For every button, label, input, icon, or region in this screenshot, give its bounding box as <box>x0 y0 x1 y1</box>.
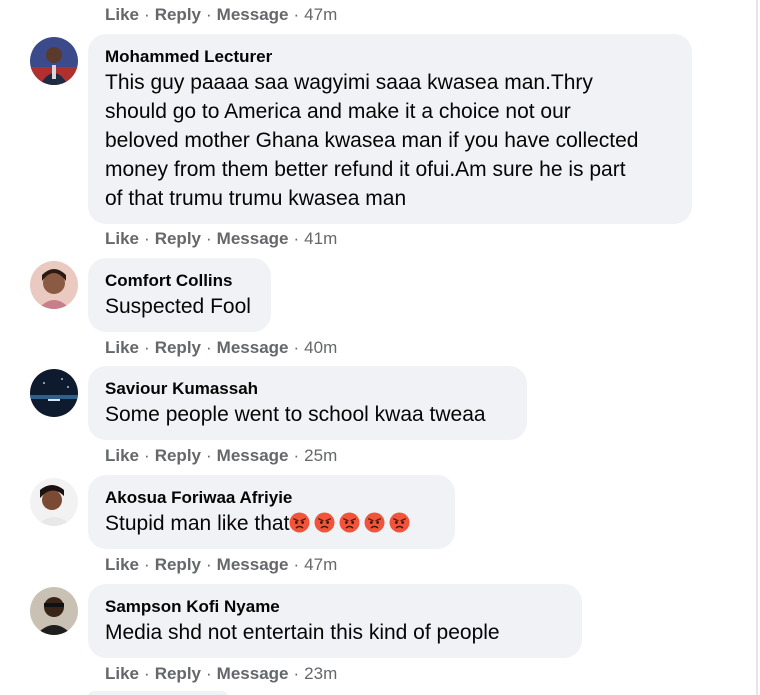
message-link[interactable]: Message <box>217 446 289 465</box>
angry-face-emoji-icon <box>339 512 360 533</box>
avatar[interactable] <box>30 37 78 85</box>
avatar[interactable] <box>30 369 78 417</box>
comment-author[interactable]: Sampson Kofi Nyame <box>105 596 564 618</box>
message-link[interactable]: Message <box>217 5 289 24</box>
comment-bubble: Sampson Kofi Nyame Media shd not enterta… <box>88 584 582 658</box>
separator-dot: · <box>206 229 212 248</box>
like-link[interactable]: Like <box>105 446 139 465</box>
separator-dot: · <box>206 5 212 24</box>
comment-actions: Like · Reply · Message · 41m <box>105 229 337 249</box>
avatar[interactable] <box>30 478 78 526</box>
comment-time[interactable]: 47m <box>304 555 337 574</box>
separator-dot: · <box>206 338 212 357</box>
reply-link[interactable]: Reply <box>155 5 201 24</box>
comment-text: Stupid man like that <box>105 512 290 535</box>
like-link[interactable]: Like <box>105 338 139 357</box>
avatar[interactable] <box>30 587 78 635</box>
reply-link[interactable]: Reply <box>155 446 201 465</box>
separator-dot: · <box>144 5 150 24</box>
angry-face-emoji-icon <box>289 512 310 533</box>
separator-dot: · <box>293 446 300 465</box>
comment-text: This guy paaaa saa wagyimi saaa kwasea m… <box>105 71 639 210</box>
reply-link[interactable]: Reply <box>155 664 201 683</box>
separator-dot: · <box>293 555 300 574</box>
message-link[interactable]: Message <box>217 555 289 574</box>
comment-text-row: Stupid man like that <box>105 509 437 538</box>
separator-dot: · <box>144 446 150 465</box>
angry-face-emoji-icon <box>389 512 410 533</box>
comment-actions: Like · Reply · Message · 47m <box>105 555 337 575</box>
comments-panel: Like · Reply · Message · 47m Mohammed Lecturer… <box>0 0 758 695</box>
comment-text: Suspected Fool <box>105 295 251 318</box>
comment-bubble: Mohammed Lecturer This guy paaaa saa wag… <box>88 34 692 224</box>
comment-bubble: Saviour Kumassah Some people went to sch… <box>88 366 527 440</box>
separator-dot: · <box>144 229 150 248</box>
comment-text: Some people went to school kwaa tweaa <box>105 403 486 426</box>
separator-dot: · <box>206 664 212 683</box>
comment-author[interactable]: Akosua Foriwaa Afriyie <box>105 487 437 509</box>
reply-link[interactable]: Reply <box>155 555 201 574</box>
like-link[interactable]: Like <box>105 664 139 683</box>
comment-time[interactable]: 23m <box>304 664 337 683</box>
comment-bubble: Comfort Collins Suspected Fool <box>88 258 271 332</box>
comment-actions-top: Like · Reply · Message · 47m <box>105 5 337 25</box>
like-link[interactable]: Like <box>105 555 139 574</box>
comment-actions: Like · Reply · Message · 40m <box>105 338 337 358</box>
separator-dot: · <box>144 664 150 683</box>
like-link[interactable]: Like <box>105 229 139 248</box>
separator-dot: · <box>206 446 212 465</box>
comment-time[interactable]: 40m <box>304 338 337 357</box>
comment-actions: Like · Reply · Message · 23m <box>105 664 337 684</box>
separator-dot: · <box>293 229 300 248</box>
comment-bubble: Akosua Foriwaa Afriyie Stupid man like t… <box>88 475 455 549</box>
comment-time[interactable]: 25m <box>304 446 337 465</box>
separator-dot: · <box>144 555 150 574</box>
message-link[interactable]: Message <box>217 664 289 683</box>
like-link[interactable]: Like <box>105 5 139 24</box>
next-comment-bubble <box>88 691 228 695</box>
comment-time[interactable]: 41m <box>304 229 337 248</box>
comment-author[interactable]: Saviour Kumassah <box>105 378 509 400</box>
angry-face-emoji-icon <box>364 512 385 533</box>
message-link[interactable]: Message <box>217 338 289 357</box>
separator-dot: · <box>293 5 300 24</box>
comment-author[interactable]: Mohammed Lecturer <box>105 46 674 68</box>
reply-link[interactable]: Reply <box>155 229 201 248</box>
emoji-row <box>289 512 414 535</box>
comment-actions: Like · Reply · Message · 25m <box>105 446 337 466</box>
comment-text: Media shd not entertain this kind of peo… <box>105 621 500 644</box>
angry-face-emoji-icon <box>314 512 335 533</box>
reply-link[interactable]: Reply <box>155 338 201 357</box>
separator-dot: · <box>293 338 300 357</box>
separator-dot: · <box>144 338 150 357</box>
message-link[interactable]: Message <box>217 229 289 248</box>
separator-dot: · <box>206 555 212 574</box>
comment-time[interactable]: 47m <box>304 5 337 24</box>
comment-author[interactable]: Comfort Collins <box>105 270 253 292</box>
avatar[interactable] <box>30 261 78 309</box>
separator-dot: · <box>293 664 300 683</box>
